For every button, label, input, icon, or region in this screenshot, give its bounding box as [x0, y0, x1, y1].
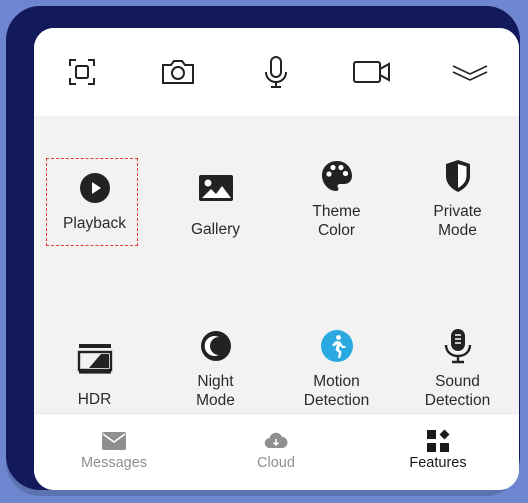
cloud-icon	[264, 432, 288, 449]
tab-label: Cloud	[257, 455, 295, 471]
microphone-icon	[265, 56, 287, 88]
tab-messages[interactable]: Messages	[34, 414, 194, 480]
envelope-icon	[102, 432, 126, 450]
feature-label: HDR	[77, 391, 112, 408]
quick-toolbar	[34, 28, 519, 116]
feature-label: Private Mode	[433, 203, 482, 239]
screenshot-icon	[69, 59, 95, 85]
feature-label: Theme Color	[312, 203, 361, 239]
screenshot-button[interactable]	[62, 52, 102, 92]
feature-label: Gallery	[190, 221, 241, 238]
bottom-tab-bar: Messages Cloud Features	[34, 413, 519, 490]
feature-label: Playback	[63, 215, 126, 232]
features-icon	[427, 429, 450, 452]
feature-label: Motion Detection	[303, 373, 370, 409]
device-frame: Playback Gallery Theme Color Private Mod…	[6, 6, 520, 490]
shield-icon	[445, 160, 470, 192]
tab-cloud[interactable]: Cloud	[196, 414, 356, 480]
video-camera-icon	[353, 61, 390, 83]
camera-button[interactable]	[158, 52, 198, 92]
tab-label: Features	[409, 455, 467, 471]
microphone-button[interactable]	[256, 52, 296, 92]
collapse-icon	[452, 65, 488, 81]
feature-gallery[interactable]: Gallery	[155, 168, 276, 288]
hdr-icon	[77, 344, 112, 374]
feature-playback[interactable]: Playback	[34, 168, 155, 288]
image-icon	[198, 175, 233, 201]
play-icon	[79, 173, 110, 203]
moon-icon	[200, 331, 231, 361]
feature-private-mode[interactable]: Private Mode	[397, 156, 518, 276]
camera-icon	[162, 60, 194, 84]
motion-icon	[320, 330, 353, 362]
collapse-button[interactable]	[450, 52, 490, 92]
video-button[interactable]	[352, 52, 392, 92]
palette-icon	[321, 161, 352, 191]
feature-theme-color[interactable]: Theme Color	[276, 156, 397, 276]
tab-features[interactable]: Features	[358, 414, 518, 480]
mic-icon	[444, 329, 471, 364]
app-screen: Playback Gallery Theme Color Private Mod…	[34, 28, 519, 490]
feature-label: Sound Detection	[424, 373, 491, 409]
feature-label: Night Mode	[196, 373, 235, 409]
features-grid: Playback Gallery Theme Color Private Mod…	[34, 116, 519, 413]
tab-label: Messages	[80, 455, 148, 471]
